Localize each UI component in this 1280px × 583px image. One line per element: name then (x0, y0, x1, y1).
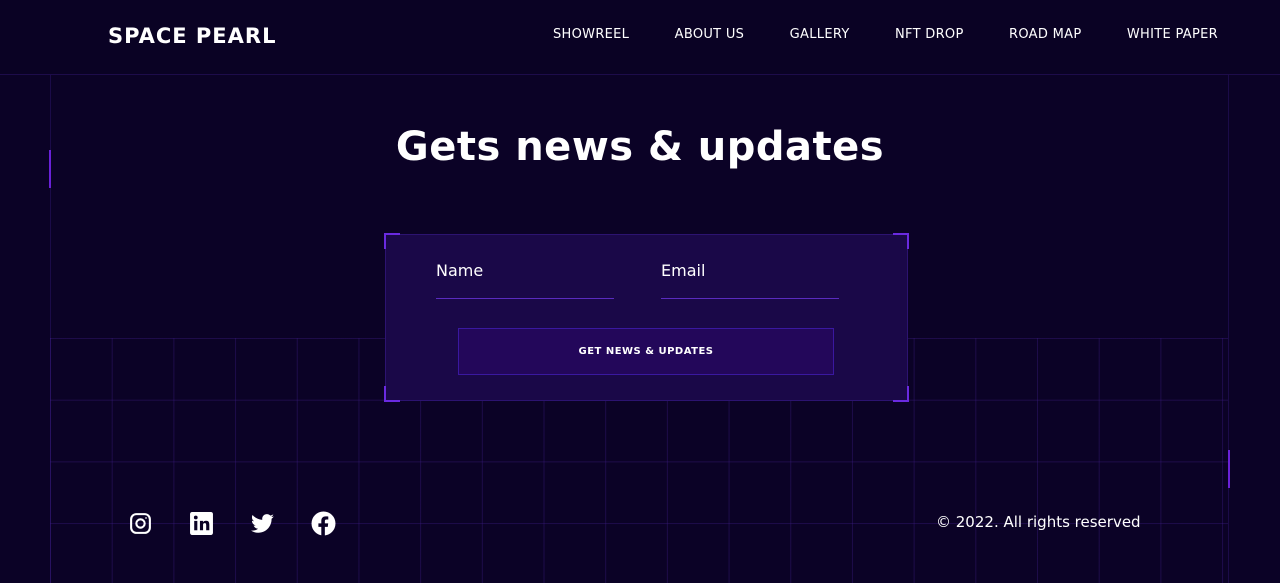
linkedin-icon[interactable] (189, 511, 214, 536)
name-input[interactable] (436, 261, 614, 299)
newsletter-form: GET NEWS & UPDATES (384, 233, 909, 402)
nav-item-gallery[interactable]: GALLERY (790, 27, 850, 42)
corner-decoration (384, 386, 400, 402)
corner-decoration (893, 233, 909, 249)
nav-item-nft-drop[interactable]: NFT DROP (895, 27, 964, 42)
main-menu: SHOWREEL ABOUT US GALLERY NFT DROP ROAD … (553, 27, 1218, 42)
instagram-icon[interactable] (128, 511, 153, 536)
frame-accent-right (1228, 450, 1230, 488)
nav-item-road-map[interactable]: ROAD MAP (1009, 27, 1081, 42)
top-navbar: SPACE PEARL SHOWREEL ABOUT US GALLERY NF… (0, 0, 1280, 75)
copyright-text: © 2022. All rights reserved (936, 513, 1141, 531)
name-field-wrapper (436, 261, 614, 299)
get-news-button[interactable]: GET NEWS & UPDATES (458, 328, 834, 375)
page-title: Gets news & updates (395, 124, 885, 170)
nav-item-white-paper[interactable]: WHITE PAPER (1127, 27, 1218, 42)
twitter-icon[interactable] (250, 511, 275, 536)
brand-logo[interactable]: SPACE PEARL (108, 24, 276, 48)
social-links (128, 511, 336, 536)
facebook-icon[interactable] (311, 511, 336, 536)
corner-decoration (384, 233, 400, 249)
email-field-wrapper (661, 261, 839, 299)
nav-item-about-us[interactable]: ABOUT US (675, 27, 745, 42)
email-input[interactable] (661, 261, 839, 299)
nav-item-showreel[interactable]: SHOWREEL (553, 27, 629, 42)
corner-decoration (893, 386, 909, 402)
